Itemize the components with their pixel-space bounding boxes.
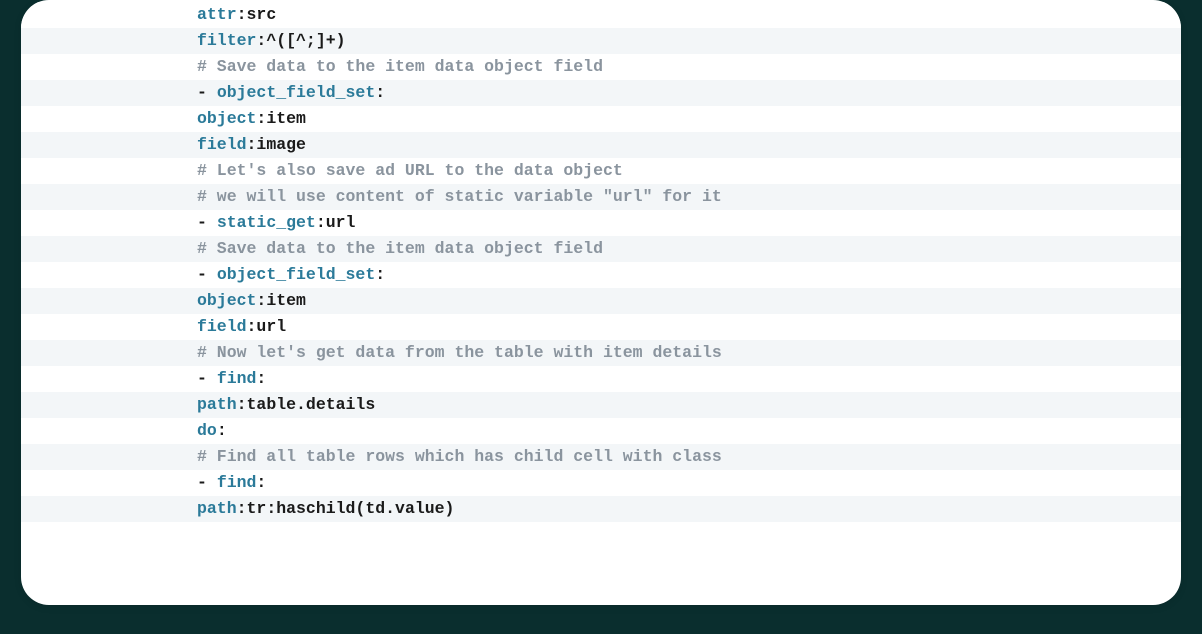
code-line: do: (21, 418, 1181, 444)
code-line: - object_field_set: (21, 80, 1181, 106)
code-line: path: tr:haschild(td.value) (21, 496, 1181, 522)
code-line: # Save data to the item data object fiel… (21, 236, 1181, 262)
code-line: - static_get: url (21, 210, 1181, 236)
code-line: object: item (21, 288, 1181, 314)
code-line: # Let's also save ad URL to the data obj… (21, 158, 1181, 184)
code-line: - find: (21, 470, 1181, 496)
code-block: attr: src filter: ^([^;]+) # Save data t… (21, 2, 1181, 522)
code-line: field: image (21, 132, 1181, 158)
code-line: # Save data to the item data object fiel… (21, 54, 1181, 80)
code-line: object: item (21, 106, 1181, 132)
code-line: filter: ^([^;]+) (21, 28, 1181, 54)
code-line: # we will use content of static variable… (21, 184, 1181, 210)
code-line: attr: src (21, 2, 1181, 28)
code-line: # Now let's get data from the table with… (21, 340, 1181, 366)
code-line: path: table.details (21, 392, 1181, 418)
code-line: # Find all table rows which has child ce… (21, 444, 1181, 470)
code-line: - object_field_set: (21, 262, 1181, 288)
code-card: attr: src filter: ^([^;]+) # Save data t… (21, 0, 1181, 605)
code-line: - find: (21, 366, 1181, 392)
code-line: field: url (21, 314, 1181, 340)
